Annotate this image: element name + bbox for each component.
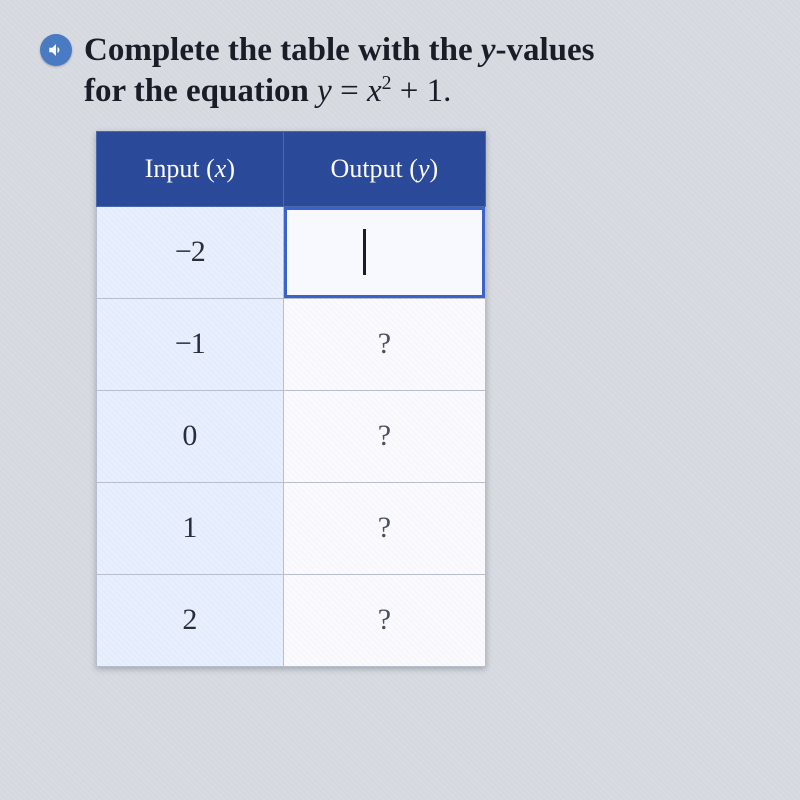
eq-rhs-sup: 2 — [382, 72, 392, 94]
input-val-2: 0 — [182, 419, 197, 452]
table-row: 2 ? — [97, 574, 486, 666]
table-row: 0 ? — [97, 390, 486, 482]
function-table: Input (x) Output (y) −2 −1 ? 0 — [96, 131, 486, 667]
eq-lhs: y — [317, 73, 332, 109]
input-val-4: 2 — [182, 603, 197, 636]
input-val-1: −1 — [175, 327, 205, 360]
output-val-4: ? — [378, 603, 391, 636]
output-input-3[interactable]: ? — [283, 482, 485, 574]
header-output-a: Output ( — [331, 154, 418, 183]
table-row: −1 ? — [97, 298, 486, 390]
prompt-var-y: y — [481, 32, 496, 68]
output-val-2: ? — [378, 419, 391, 452]
speaker-glyph — [47, 41, 65, 59]
input-val-0: −2 — [175, 235, 205, 268]
text-cursor — [363, 229, 366, 275]
input-cell-3: 1 — [97, 482, 284, 574]
table-row: −2 — [97, 206, 486, 298]
header-output: Output (y) — [283, 131, 485, 206]
input-cell-0: −2 — [97, 206, 284, 298]
output-input-0[interactable] — [283, 206, 485, 298]
eq-plus: + 1. — [391, 73, 451, 109]
output-val-1: ? — [378, 327, 391, 360]
input-cell-1: −1 — [97, 298, 284, 390]
eq-rhs-var: x — [367, 73, 382, 109]
input-cell-4: 2 — [97, 574, 284, 666]
speaker-icon[interactable] — [40, 34, 72, 66]
input-val-3: 1 — [182, 511, 197, 544]
header-input-a: Input ( — [145, 154, 215, 183]
table-row: 1 ? — [97, 482, 486, 574]
prompt-text-3: for the equation — [84, 73, 317, 109]
eq-eq: = — [332, 73, 367, 109]
header-input-var: x — [215, 154, 227, 183]
header-input-b: ) — [226, 154, 235, 183]
header-output-b: ) — [429, 154, 438, 183]
prompt-text-1: Complete the table with the — [84, 32, 481, 68]
header-output-var: y — [418, 154, 430, 183]
input-cell-2: 0 — [97, 390, 284, 482]
table-header-row: Input (x) Output (y) — [97, 131, 486, 206]
question-prompt: Complete the table with the y-values for… — [84, 30, 595, 113]
header-input: Input (x) — [97, 131, 284, 206]
prompt-text-2: -values — [496, 32, 595, 68]
output-val-3: ? — [378, 511, 391, 544]
output-input-4[interactable]: ? — [283, 574, 485, 666]
output-input-1[interactable]: ? — [283, 298, 485, 390]
output-input-2[interactable]: ? — [283, 390, 485, 482]
